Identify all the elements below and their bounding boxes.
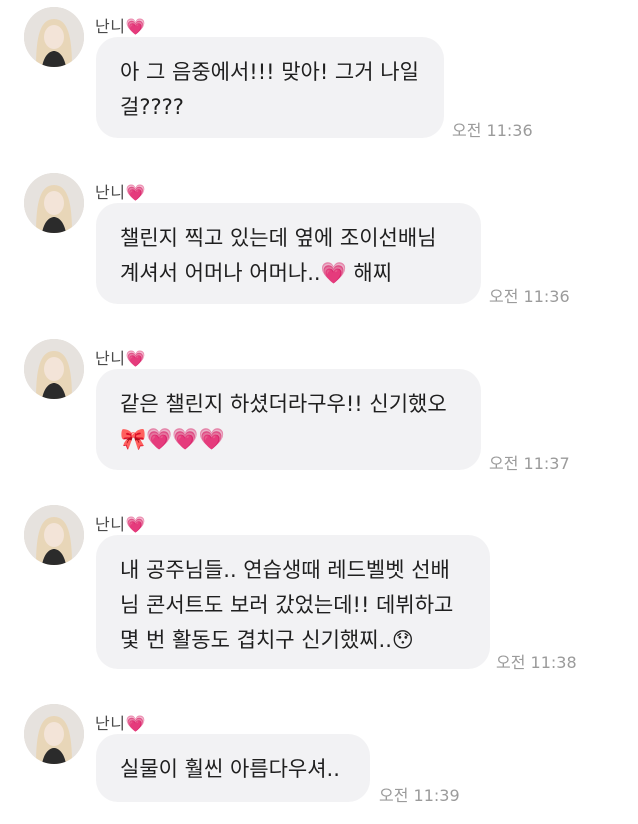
message-bubble[interactable]: 아 그 음중에서!!! 맞아! 그거 나일 걸???? <box>96 37 444 138</box>
avatar-image <box>24 339 84 399</box>
avatar[interactable] <box>24 173 84 233</box>
message-timestamp: 오전 11:36 <box>489 287 570 306</box>
message-bubble[interactable]: 내 공주님들.. 연습생때 레드벨벳 선배 님 콘서트도 보러 갔었는데!! 데… <box>96 535 490 669</box>
avatar[interactable] <box>24 704 84 764</box>
message-bubble[interactable]: 같은 챌린지 하셨더라구우!! 신기했오 🎀💗💗💗 <box>96 369 481 470</box>
avatar-image <box>24 7 84 67</box>
message-bubble[interactable]: 챌린지 찍고 있는데 옆에 조이선배님 계셔서 어머나 어머나..💗 해찌 <box>96 203 481 304</box>
avatar-image <box>24 704 84 764</box>
message-timestamp: 오전 11:39 <box>379 786 460 805</box>
avatar-image <box>24 505 84 565</box>
avatar[interactable] <box>24 339 84 399</box>
avatar[interactable] <box>24 7 84 67</box>
sender-name: 난니💗 <box>95 515 146 534</box>
sender-name: 난니💗 <box>95 17 146 36</box>
avatar[interactable] <box>24 505 84 565</box>
sender-name: 난니💗 <box>95 183 146 202</box>
message-timestamp: 오전 11:38 <box>496 653 577 672</box>
message-timestamp: 오전 11:36 <box>452 121 533 140</box>
avatar-image <box>24 173 84 233</box>
sender-name: 난니💗 <box>95 349 146 368</box>
message-timestamp: 오전 11:37 <box>489 454 570 473</box>
message-bubble[interactable]: 실물이 훨씬 아름다우셔.. <box>96 734 370 802</box>
sender-name: 난니💗 <box>95 714 146 733</box>
